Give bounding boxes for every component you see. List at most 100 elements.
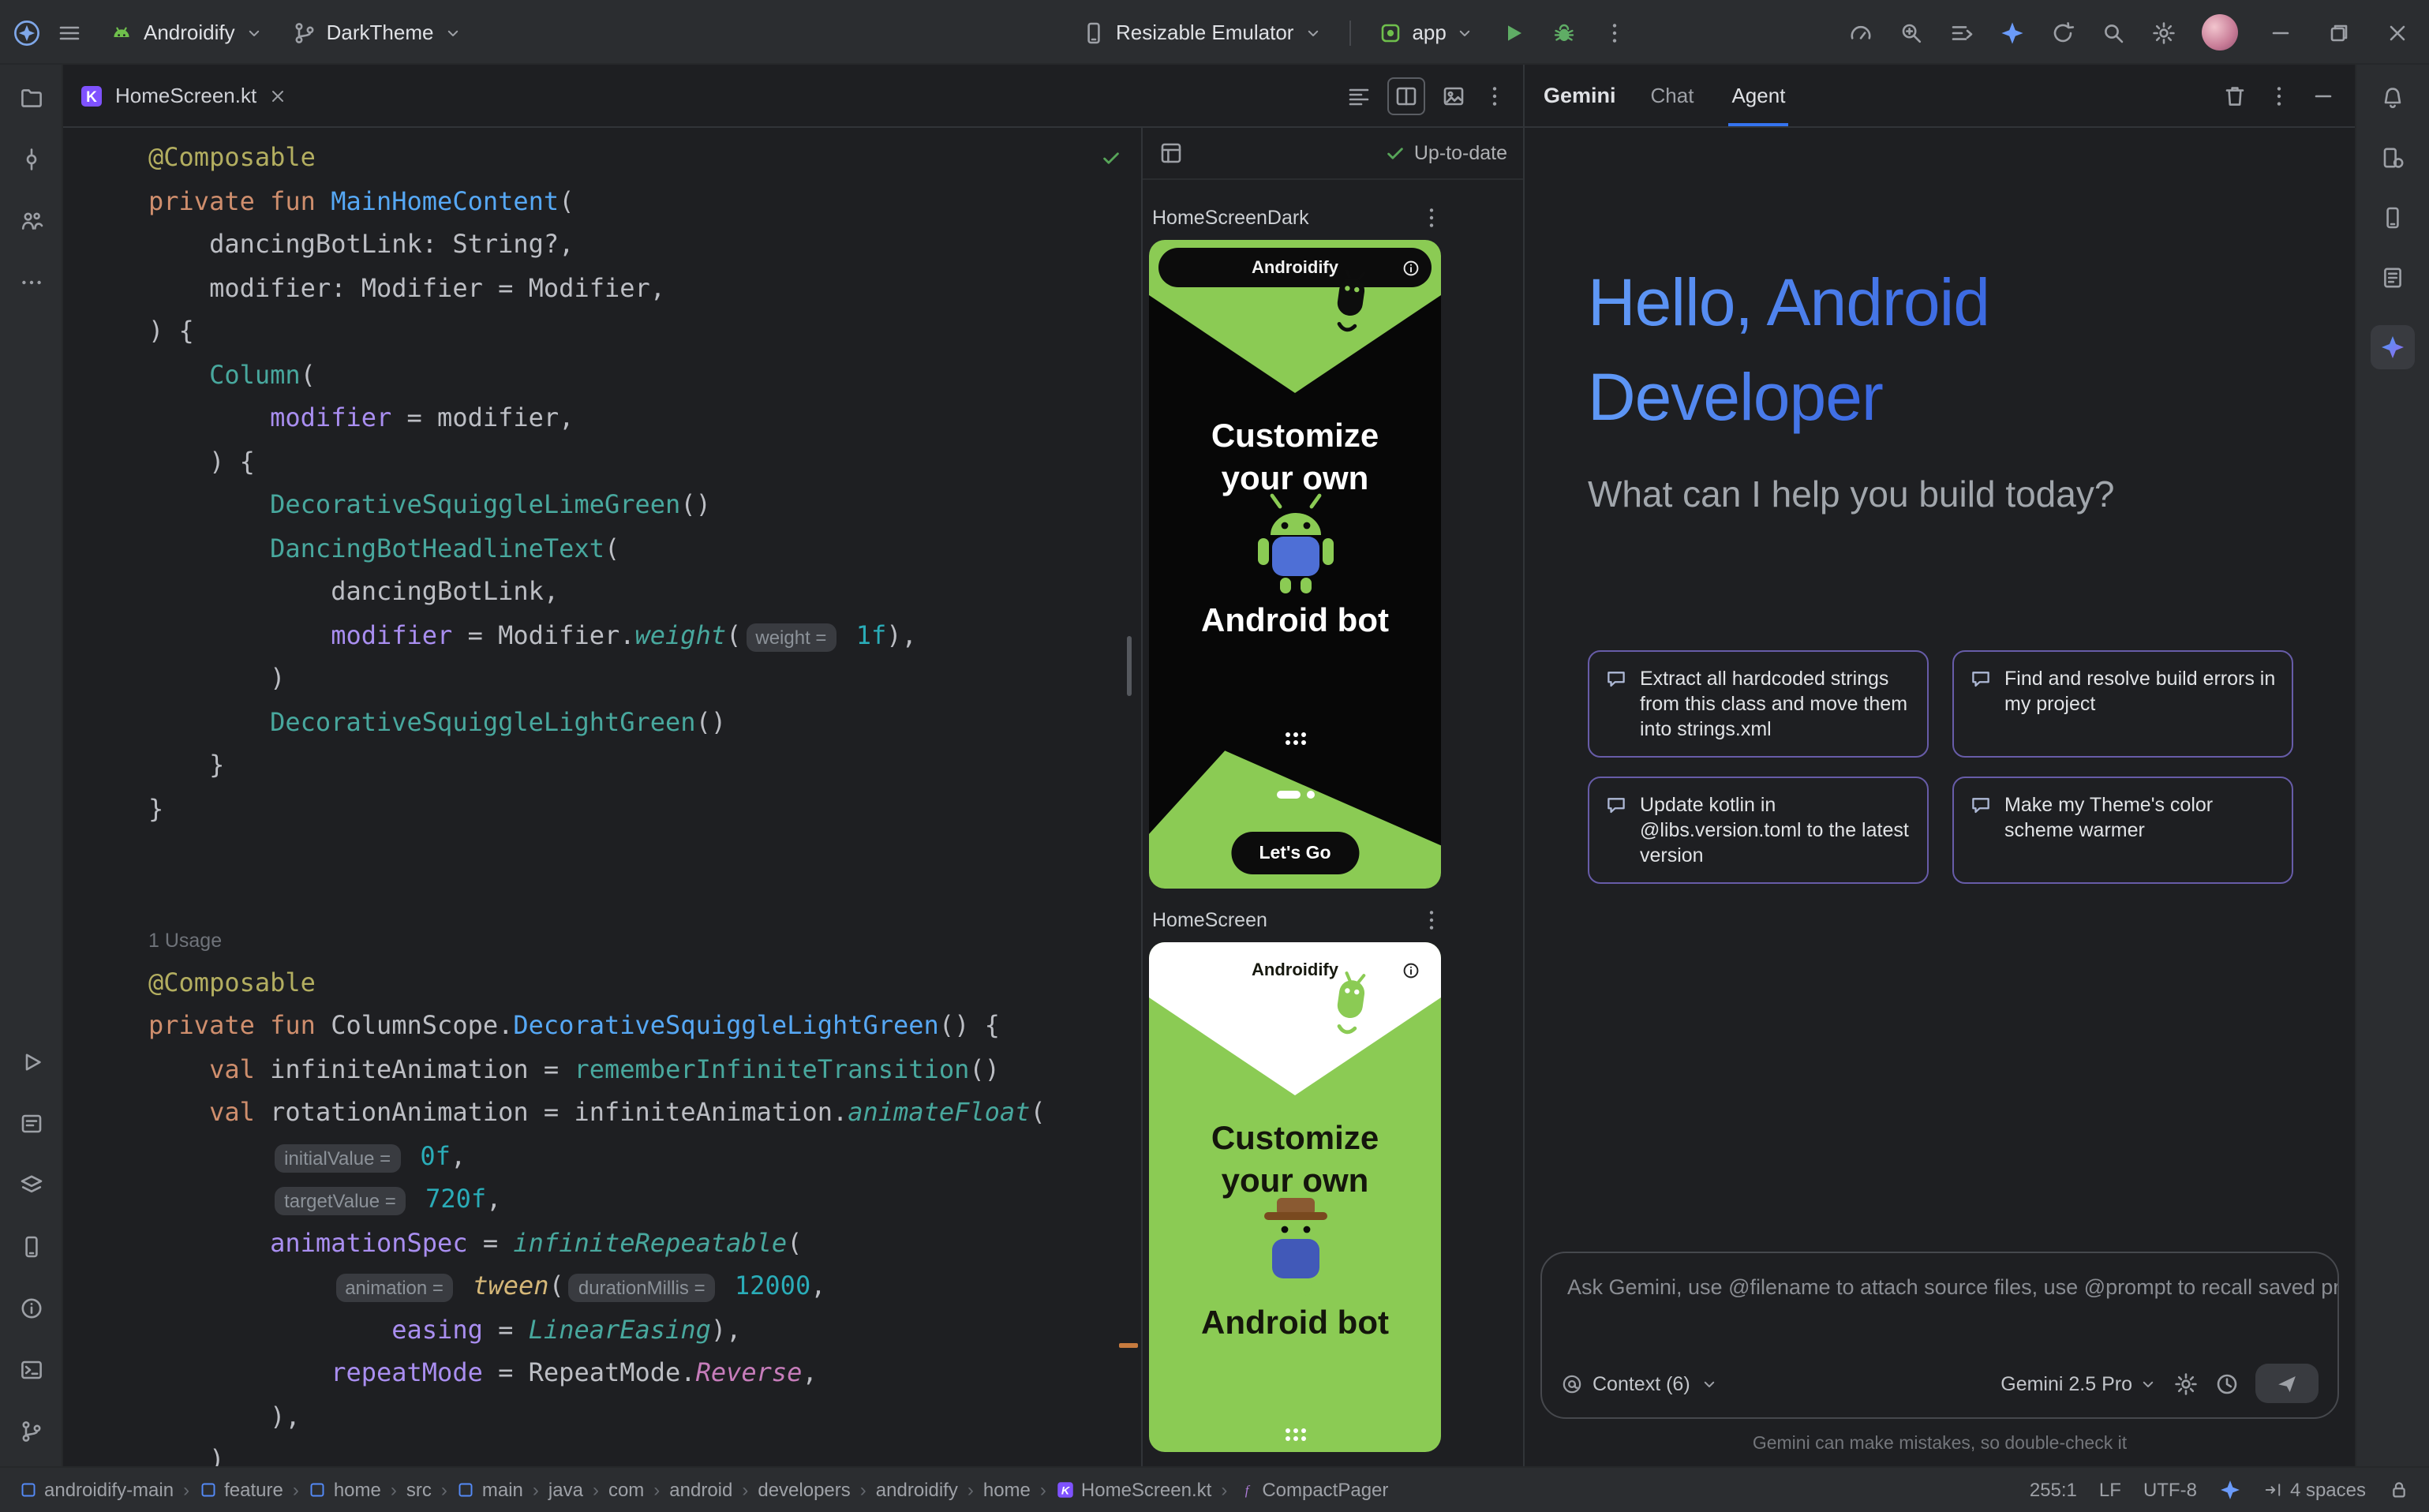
pull-requests-toolwindow-icon[interactable] <box>18 208 43 234</box>
gemini-options-icon[interactable] <box>2266 83 2292 108</box>
terminal-toolwindow-icon[interactable] <box>18 1357 43 1383</box>
code-line[interactable]: repeatMode = RepeatMode.Reverse, <box>148 1351 1141 1394</box>
breadcrumb-item[interactable]: main <box>457 1479 523 1501</box>
indent-setting[interactable]: 4 spaces <box>2263 1479 2366 1501</box>
project-selector[interactable]: Androidify <box>98 10 275 54</box>
problems-toolwindow-icon[interactable] <box>18 1296 43 1321</box>
main-menu-button[interactable] <box>47 10 92 54</box>
more-actions-button[interactable] <box>1593 10 1637 54</box>
debug-button[interactable] <box>1543 10 1587 54</box>
hide-panel-icon[interactable] <box>2311 83 2336 108</box>
suggestion-card[interactable]: Extract all hardcoded strings from this … <box>1588 650 1929 758</box>
suggestion-card[interactable]: Find and resolve build errors in my proj… <box>1952 650 2293 758</box>
commit-toolwindow-icon[interactable] <box>18 147 43 172</box>
logcat-toolwindow-icon[interactable] <box>18 1111 43 1136</box>
code-line[interactable]: private fun ColumnScope.DecorativeSquigg… <box>148 1004 1141 1047</box>
gemini-status-button[interactable] <box>2219 1479 2241 1501</box>
breadcrumb-item[interactable]: src <box>406 1479 432 1501</box>
tab-chat[interactable]: Chat <box>1648 65 1697 126</box>
app-insights-icon[interactable] <box>2380 265 2405 290</box>
breadcrumb-item[interactable]: developers <box>758 1479 850 1501</box>
code-line[interactable]: modifier: Modifier = Modifier, <box>148 266 1141 309</box>
code-line[interactable]: dancingBotLink, <box>148 570 1141 613</box>
code-line[interactable]: ) { <box>148 440 1141 483</box>
history-icon[interactable] <box>2214 1371 2240 1396</box>
more-toolwindows-icon[interactable] <box>18 270 43 295</box>
code-line[interactable]: initialValue = 0f, <box>148 1134 1141 1177</box>
code-line[interactable]: ) <box>148 1438 1141 1466</box>
code-line[interactable]: @Composable <box>148 960 1141 1004</box>
breadcrumb-item[interactable]: com <box>608 1479 644 1501</box>
breadcrumb-item[interactable]: home <box>983 1479 1031 1501</box>
code-line[interactable]: DecorativeSquiggleLightGreen() <box>148 700 1141 743</box>
code-line[interactable]: 1 Usage <box>148 917 1141 960</box>
gemini-settings-icon[interactable] <box>2173 1371 2199 1396</box>
gemini-input[interactable]: Ask Gemini, use @filename to attach sour… <box>1540 1252 2339 1419</box>
editor-tab[interactable]: K HomeScreen.kt <box>63 65 302 126</box>
settings-button[interactable] <box>2142 10 2186 54</box>
code-line[interactable]: modifier = Modifier.weight(weight = 1f), <box>148 613 1141 657</box>
code-line[interactable]: ) { <box>148 309 1141 353</box>
code-line[interactable]: ) <box>148 657 1141 700</box>
model-selector[interactable]: Gemini 2.5 Pro <box>2000 1372 2158 1394</box>
notifications-icon[interactable] <box>2380 85 2405 110</box>
code-line[interactable] <box>148 874 1141 917</box>
preview-options-icon[interactable] <box>1419 908 1444 933</box>
design-view-icon[interactable] <box>1441 83 1466 108</box>
editor-options-icon[interactable] <box>1482 83 1507 108</box>
breadcrumb-item[interactable]: java <box>548 1479 583 1501</box>
code-line[interactable]: val rotationAnimation = infiniteAnimatio… <box>148 1091 1141 1134</box>
readonly-lock-button[interactable] <box>2388 1479 2410 1501</box>
encoding[interactable]: UTF-8 <box>2143 1479 2197 1501</box>
breadcrumb-item[interactable]: home <box>309 1479 381 1501</box>
code-line[interactable]: @Composable <box>148 136 1141 179</box>
code-line[interactable] <box>148 830 1141 874</box>
code-line[interactable]: private fun MainHomeContent( <box>148 179 1141 223</box>
breadcrumb-item[interactable]: androidify-main <box>19 1479 174 1501</box>
preview-layout-icon[interactable] <box>1158 140 1184 166</box>
minimize-button[interactable] <box>2254 9 2306 56</box>
sync-project-button[interactable] <box>2041 10 2085 54</box>
inspections-ok-icon[interactable] <box>1100 147 1122 169</box>
running-devices-icon[interactable] <box>2380 205 2405 230</box>
close-tab-icon[interactable] <box>268 86 286 105</box>
caret-position[interactable]: 255:1 <box>2030 1479 2077 1501</box>
breadcrumb-item[interactable]: feature <box>199 1479 283 1501</box>
inspect-code-button[interactable] <box>1889 10 1933 54</box>
branch-selector[interactable]: DarkTheme <box>281 10 473 54</box>
code-view-icon[interactable] <box>1346 83 1372 108</box>
send-button[interactable] <box>2255 1364 2319 1403</box>
run-config-selector[interactable]: app <box>1366 10 1485 54</box>
run-toolwindow-icon[interactable] <box>18 1050 43 1075</box>
code-line[interactable]: DecorativeSquiggleLimeGreen() <box>148 483 1141 526</box>
tab-agent[interactable]: Agent <box>1728 65 1788 126</box>
code-line[interactable]: } <box>148 743 1141 787</box>
preview-options-icon[interactable] <box>1419 205 1444 230</box>
build-toolwindow-icon[interactable] <box>18 1173 43 1198</box>
profiler-button[interactable] <box>1839 10 1883 54</box>
breadcrumb-item[interactable]: androidify <box>876 1479 958 1501</box>
code-line[interactable]: easing = LinearEasing), <box>148 1308 1141 1351</box>
code-editor[interactable]: @Composableprivate fun MainHomeContent( … <box>63 128 1141 1466</box>
suggestion-card[interactable]: Update kotlin in @libs.version.toml to t… <box>1588 777 1929 884</box>
split-view-toggle[interactable] <box>1387 77 1425 114</box>
gemini-toolwindow-button[interactable] <box>2371 325 2415 369</box>
run-button[interactable] <box>1492 10 1536 54</box>
editor-scrollbar[interactable] <box>1127 636 1132 696</box>
search-everywhere-button[interactable] <box>2091 10 2135 54</box>
code-line[interactable]: DancingBotHeadlineText( <box>148 526 1141 570</box>
device-manager-icon[interactable] <box>2380 145 2405 170</box>
context-selector[interactable]: Context (6) <box>1561 1372 1719 1394</box>
code-line[interactable]: Column( <box>148 353 1141 396</box>
breadcrumb-item[interactable]: fCompactPager <box>1237 1479 1388 1501</box>
code-line[interactable]: val infiniteAnimation = rememberInfinite… <box>148 1047 1141 1091</box>
trash-icon[interactable] <box>2222 83 2247 108</box>
gemini-ask-button[interactable] <box>1990 10 2034 54</box>
maximize-button[interactable] <box>2312 9 2364 56</box>
code-line[interactable]: targetValue = 720f, <box>148 1177 1141 1221</box>
code-line[interactable]: dancingBotLink: String?, <box>148 223 1141 266</box>
close-button[interactable] <box>2371 9 2423 56</box>
device-selector[interactable]: Resizable Emulator <box>1070 10 1333 54</box>
device-explorer-icon[interactable] <box>18 1234 43 1259</box>
code-line[interactable]: ), <box>148 1394 1141 1438</box>
